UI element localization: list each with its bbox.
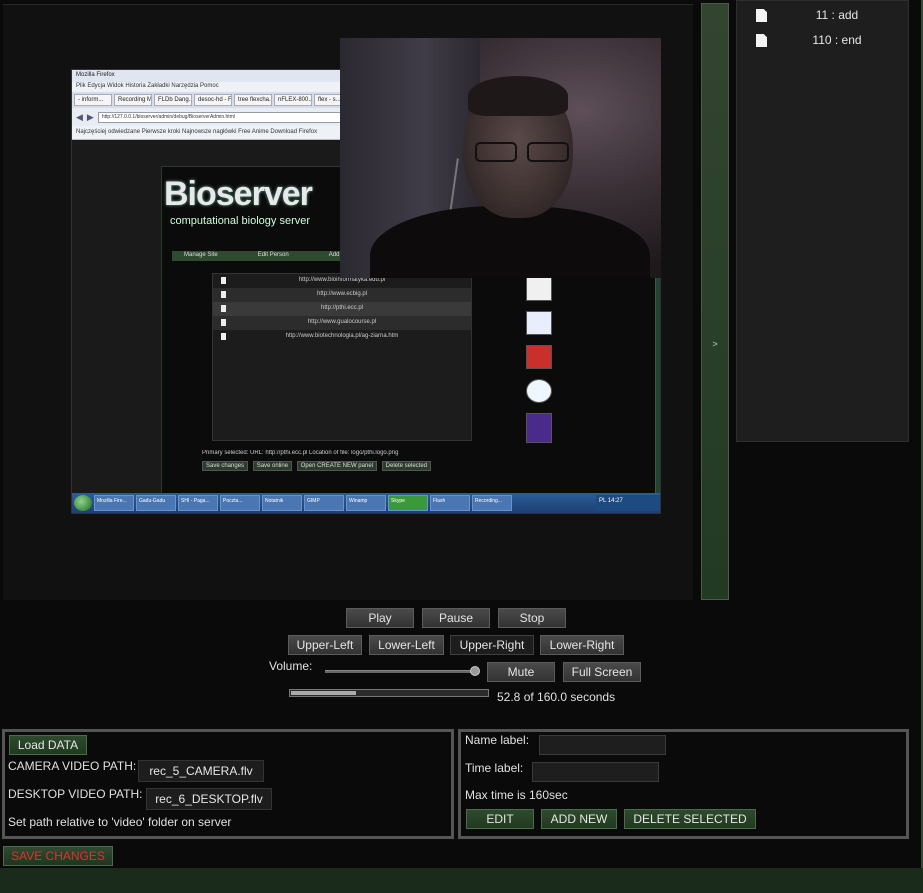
list-item: http://www.ecbig.pl: [213, 288, 471, 302]
lower-left-button[interactable]: Lower-Left: [369, 635, 444, 655]
seal-logo-icon: [526, 379, 552, 403]
stop-button[interactable]: Stop: [498, 608, 566, 628]
glasses-lens: [475, 142, 517, 162]
name-label-caption: Name label:: [465, 733, 530, 747]
chevron-right-icon: >: [712, 339, 718, 349]
bioserver-nav-item: Manage Site: [184, 252, 218, 258]
event-label: 110 : end: [812, 33, 862, 47]
time-status: 52.8 of 160.0 seconds: [497, 690, 616, 704]
ptbi-logo-icon: [526, 345, 552, 369]
glasses-icon: [475, 142, 575, 164]
person-hair: [468, 76, 568, 116]
partner-logos: [519, 277, 559, 497]
list-item[interactable]: 110 : end: [737, 26, 908, 51]
taskbar-item: Mozilla Fire...: [94, 495, 134, 511]
path-hint: Set path relative to 'video' folder on s…: [8, 815, 232, 829]
volume-slider-handle[interactable]: [470, 666, 480, 676]
taskbar-item: Gadu-Gadu: [136, 495, 176, 511]
form-text: Primary selected: URL: http://pthi.ecc.p…: [202, 450, 399, 456]
document-icon: [756, 34, 767, 47]
form-button: Delete selected: [381, 461, 432, 471]
full-screen-button[interactable]: Full Screen: [563, 662, 641, 682]
browser-tab: - inform...: [74, 94, 112, 106]
document-icon: [221, 333, 226, 340]
bioserver-link-list: http://www.bioinformatyka.edu.pl http://…: [212, 273, 472, 441]
volume-label: Volume:: [269, 659, 313, 673]
windows-taskbar: Mozilla Fire... Gadu-Gadu SHI - Paga... …: [72, 493, 660, 513]
upper-right-button[interactable]: Upper-Right: [450, 635, 534, 655]
save-changes-button[interactable]: SAVE CHANGES: [3, 846, 113, 866]
link-text: http://www.biotechnologia.pl/ag-ziarna.h…: [285, 333, 399, 339]
browser-tab: FLDb Dang...: [154, 94, 192, 106]
link-text: http://www.gualocourse.pl: [307, 319, 377, 325]
browser-tab: nFLEX-800...: [274, 94, 312, 106]
browser-tab: tree flexcha...: [234, 94, 272, 106]
desktop-path-field[interactable]: rec_6_DESKTOP.flv: [146, 788, 272, 810]
bioserver-nav-item: Edit Person: [257, 252, 289, 258]
max-time-text: Max time is 160sec: [465, 788, 568, 802]
document-icon: [221, 291, 226, 298]
glasses-lens: [527, 142, 569, 162]
taskbar-item: Skype: [388, 495, 428, 511]
plant-logo-icon: [526, 277, 552, 301]
back-arrow-icon: ◀: [76, 111, 83, 122]
name-label-input[interactable]: [539, 735, 666, 755]
desktop-path-label: DESKTOP VIDEO PATH:: [8, 787, 143, 801]
start-orb-icon: [74, 495, 92, 511]
footer-strip: [0, 868, 923, 893]
forward-arrow-icon: ▶: [86, 111, 94, 122]
event-label: 11 : add: [815, 8, 859, 22]
taskbar-item: Recording...: [472, 495, 512, 511]
mute-button[interactable]: Mute: [487, 662, 555, 682]
form-button: Save changes: [202, 461, 249, 471]
list-item: http://www.gualocourse.pl: [213, 316, 471, 330]
form-button: Open CREATE NEW panel: [296, 461, 377, 471]
edit-button[interactable]: EDIT: [466, 809, 534, 829]
taskbar-item: Winamp: [346, 495, 386, 511]
document-icon: [221, 305, 226, 312]
taskbar-item: SHI - Paga...: [178, 495, 218, 511]
p-logo-icon: [526, 413, 552, 443]
list-item[interactable]: 11 : add: [737, 1, 908, 26]
time-label-caption: Time label:: [465, 761, 524, 775]
events-list: 11 : add 110 : end: [736, 0, 909, 442]
taskbar-item: GIMP: [304, 495, 344, 511]
bioserver-subtitle: computational biology server: [170, 215, 311, 227]
camera-path-field[interactable]: rec_5_CAMERA.flv: [138, 760, 264, 782]
link-text: http://pthi.ecc.pl: [320, 305, 364, 311]
system-tray: PL 14:27: [596, 495, 660, 511]
link-text: http://www.ecbig.pl: [316, 291, 368, 297]
document-icon: [221, 319, 226, 326]
add-new-button[interactable]: ADD NEW: [541, 809, 617, 829]
list-item: http://pthi.ecc.pl: [213, 302, 471, 316]
camera-video: [340, 38, 661, 278]
playback-progress-bar[interactable]: [289, 689, 489, 697]
load-data-button[interactable]: Load DATA: [9, 735, 87, 755]
form-button: Save online: [252, 461, 293, 471]
volume-slider-track[interactable]: [325, 670, 475, 673]
list-item: http://www.biotechnologia.pl/ag-ziarna.h…: [213, 330, 471, 344]
ecbig-logo-icon: [526, 311, 552, 335]
browser-tab: desoc-hd - F...: [194, 94, 232, 106]
taskbar-item: Notatnik: [262, 495, 302, 511]
taskbar-item: Poczta...: [220, 495, 260, 511]
delete-selected-button[interactable]: DELETE SELECTED: [624, 809, 756, 829]
bioserver-form: Primary selected: URL: http://pthi.ecc.p…: [202, 450, 482, 471]
bioserver-logo: Bioserver: [164, 175, 313, 213]
camera-path-label: CAMERA VIDEO PATH:: [8, 759, 137, 773]
document-icon: [221, 277, 226, 284]
taskbar-item: Flash: [430, 495, 470, 511]
play-button[interactable]: Play: [346, 608, 414, 628]
progress-fill: [291, 691, 356, 695]
lower-right-button[interactable]: Lower-Right: [540, 635, 624, 655]
upper-left-button[interactable]: Upper-Left: [288, 635, 362, 655]
pause-button[interactable]: Pause: [422, 608, 490, 628]
browser-tab: Recording Me...: [114, 94, 152, 106]
time-label-input[interactable]: [532, 762, 659, 782]
page-scrollbar: [655, 275, 660, 501]
document-icon: [756, 9, 767, 22]
panel-toggle-button[interactable]: >: [701, 3, 729, 600]
